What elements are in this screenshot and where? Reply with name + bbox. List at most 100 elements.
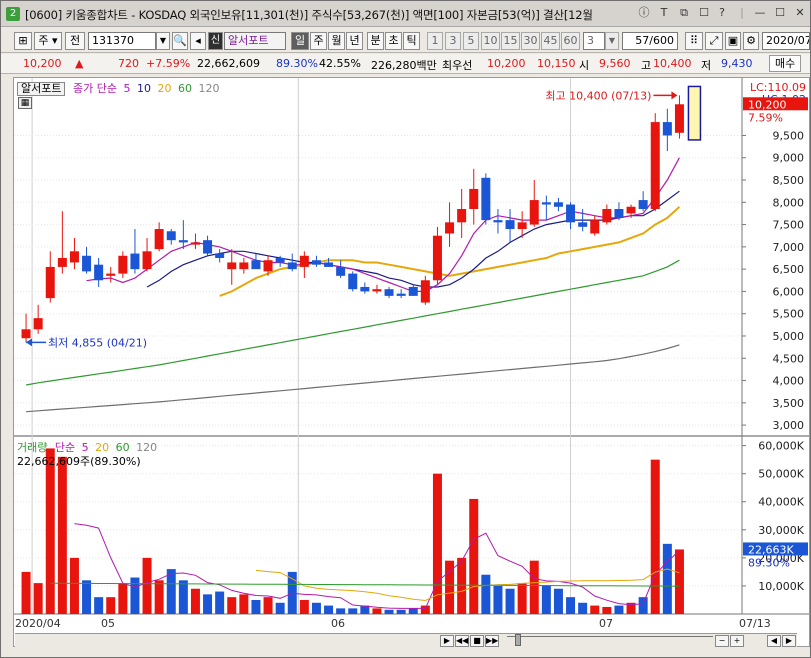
scroll-last-icon[interactable]: ▶▶ <box>485 635 499 647</box>
page-count-input[interactable]: 57/600 <box>622 32 678 50</box>
volume-bar-21 <box>275 602 285 614</box>
period-week[interactable]: 주 <box>310 32 327 50</box>
period-minute[interactable]: 분 <box>367 32 384 50</box>
candle-body-42 <box>529 200 539 225</box>
chart-area[interactable]: 9,500 9,000 8,500 8,000 7,500 7,000 6,500 6,000… <box>13 77 810 647</box>
minute-10[interactable]: 10 <box>481 32 500 50</box>
volume-bar-4 <box>69 557 79 614</box>
prev-button[interactable]: 전 <box>65 32 85 50</box>
candle-body-47 <box>590 220 600 234</box>
candle-body-13 <box>178 240 188 243</box>
candle-body-3 <box>57 258 67 267</box>
volume-bar-48 <box>602 606 612 614</box>
code-input[interactable]: 131370 <box>88 32 156 50</box>
speaker-icon[interactable]: ◂ <box>190 32 206 50</box>
interval-dropdown-icon[interactable]: ▼ <box>605 32 619 50</box>
code-dropdown-icon[interactable]: ▼ <box>156 32 170 50</box>
candle-body-36 <box>457 208 467 223</box>
price-tick-label-8: 5,500 <box>773 308 805 321</box>
volume-tick-label-2: 40,000K <box>758 496 804 509</box>
quote-bar: 10,200 ▲ 720 +7.59% 22,662,609 89.30% 42… <box>1 54 810 74</box>
legend-stock-name[interactable]: 알서포트 <box>17 82 66 96</box>
price-tick-label-12: 3,500 <box>773 397 805 410</box>
next-candle-box <box>687 85 702 141</box>
period-year[interactable]: 년 <box>346 32 363 50</box>
bid-price: 10,150 <box>537 57 576 70</box>
volume-tick-label-5: 10,000K <box>758 580 804 593</box>
price-tick-label-6: 6,500 <box>773 263 805 276</box>
candle-body-52 <box>650 122 660 209</box>
settings-icon[interactable]: ⚙ <box>743 32 759 50</box>
interval-input[interactable]: 3 <box>583 32 605 50</box>
scroll-right-icon[interactable]: ▶ <box>440 635 454 647</box>
minute-30[interactable]: 30 <box>521 32 540 50</box>
grid-icon[interactable]: ⠿ <box>685 32 703 50</box>
period-day[interactable]: 일 <box>291 32 309 50</box>
candle-body-1 <box>33 318 43 330</box>
scroll-end-icon[interactable]: ▶ <box>782 635 796 647</box>
text-icon[interactable]: T <box>657 6 671 20</box>
stock-name: 알서포트 <box>224 32 286 50</box>
period-select[interactable]: 주 ▾ <box>34 32 62 50</box>
minute-15[interactable]: 15 <box>501 32 520 50</box>
zoom-slider-track[interactable] <box>507 636 713 646</box>
maximize-icon[interactable]: ☐ <box>773 6 787 20</box>
volume-bar-15 <box>203 594 213 614</box>
period-month[interactable]: 월 <box>328 32 345 50</box>
date-input[interactable]: 2020/07 <box>762 32 810 50</box>
stop-icon[interactable]: ■ <box>470 635 484 647</box>
minimize-icon[interactable]: — <box>753 6 767 20</box>
minute-3[interactable]: 3 <box>445 32 461 50</box>
buy-button[interactable]: 매수 <box>769 55 802 72</box>
period-tick[interactable]: 틱 <box>403 32 420 50</box>
info-icon[interactable]: ⓘ <box>637 6 651 20</box>
price-tick-label-10: 4,500 <box>773 352 805 365</box>
restore-icon[interactable]: ⧉ <box>677 6 691 20</box>
minute-45[interactable]: 45 <box>541 32 560 50</box>
volume-bar-0 <box>21 571 31 614</box>
zoom-out-icon[interactable]: − <box>715 635 729 647</box>
candle-body-46 <box>578 222 588 227</box>
candle-body-15 <box>203 240 213 254</box>
legend-ma60: 60 <box>177 82 192 95</box>
candle-body-40 <box>505 220 515 230</box>
search-icon[interactable]: 🔍 <box>172 32 188 50</box>
scroll-first-icon[interactable]: ◀◀ <box>455 635 469 647</box>
candle-body-26 <box>336 266 346 276</box>
table-toggle-icon[interactable]: ▦ <box>18 97 32 109</box>
up-arrow-icon: ▲ <box>75 57 84 70</box>
close-icon[interactable]: ✕ <box>793 6 807 20</box>
open-label: 시 <box>579 59 590 72</box>
ask-price: 10,200 <box>487 57 526 70</box>
candle-body-6 <box>94 264 104 281</box>
help-icon[interactable]: ? <box>715 6 729 20</box>
candle-body-4 <box>69 251 79 263</box>
sin-badge[interactable]: 신 <box>208 32 223 50</box>
chart-type-icon[interactable]: ⊞ <box>14 32 32 50</box>
candle-body-28 <box>360 286 370 292</box>
volume-bar-30 <box>384 609 394 614</box>
volume-tick-label-3: 30,000K <box>758 524 804 537</box>
horizontal-scrollbar[interactable]: ▶ ◀◀ ■ ▶▶ − + ◀ ▶ <box>15 633 797 647</box>
min-price-label: 최저 4,855 (04/21) <box>48 336 147 349</box>
x-axis: 2020/04 05 06 07 <box>15 617 737 633</box>
volume-bar-41 <box>517 583 527 614</box>
zoom-slider-handle[interactable] <box>515 634 521 646</box>
chart-canvas: 9,500 9,000 8,500 8,000 7,500 7,000 6,500 6,000… <box>14 78 809 615</box>
volume-bar-23 <box>299 599 309 614</box>
line-tool-icon[interactable]: ⤢ <box>705 32 723 50</box>
price-tick-label-5: 7,000 <box>773 241 805 254</box>
minute-60[interactable]: 60 <box>561 32 580 50</box>
zoom-in-icon[interactable]: + <box>730 635 744 647</box>
candle-body-9 <box>130 253 140 270</box>
scroll-left-icon[interactable]: ◀ <box>767 635 781 647</box>
save-icon[interactable]: ▣ <box>725 32 741 50</box>
period-second[interactable]: 초 <box>385 32 402 50</box>
volume-bar-13 <box>178 580 188 614</box>
volume-bar-43 <box>541 585 551 614</box>
minute-5[interactable]: 5 <box>463 32 479 50</box>
minute-1[interactable]: 1 <box>427 32 443 50</box>
volume-legend: 거래량 단순 5 20 60 120 <box>17 439 157 454</box>
window-icon[interactable]: ☐ <box>697 6 711 20</box>
last-price-tag: 10,200 <box>748 98 787 111</box>
